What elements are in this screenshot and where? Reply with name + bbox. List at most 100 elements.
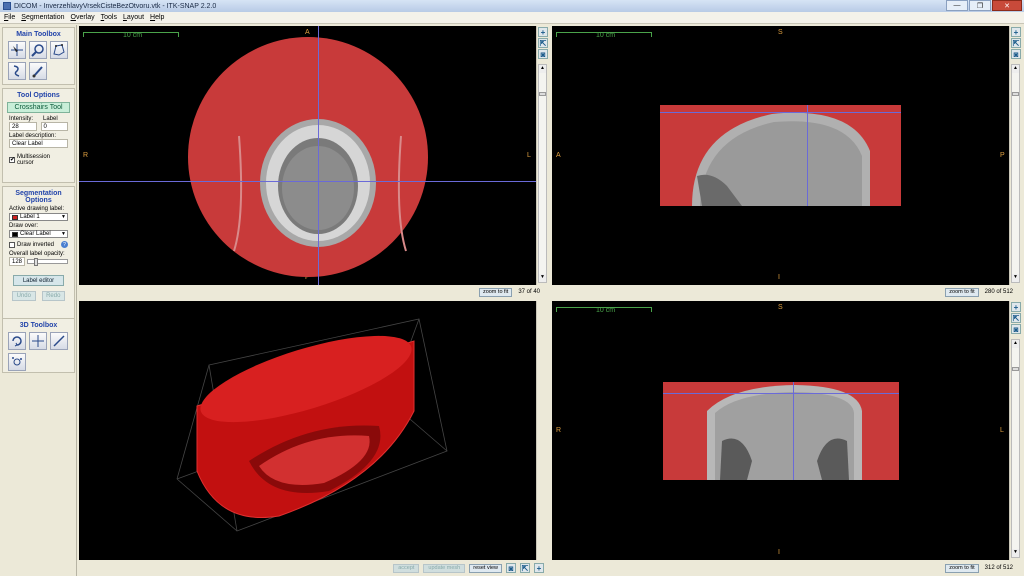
opacity-slider-knob[interactable]	[34, 258, 38, 266]
draw-inverted-checkbox[interactable]	[9, 241, 15, 248]
scroll-up-icon[interactable]: ▲	[539, 65, 546, 73]
window-controls: — ❐ ✕	[945, 0, 1022, 12]
label-field[interactable]: 0	[40, 122, 68, 131]
active-drawing-label: Active drawing label:	[9, 206, 65, 212]
label-editor-button[interactable]: Label editor	[13, 275, 64, 286]
opacity-field[interactable]: 128	[9, 257, 25, 266]
opacity-slider[interactable]	[27, 258, 68, 266]
draw-inverted-row: Draw inverted ?	[9, 241, 68, 248]
menu-tools[interactable]: Tools	[101, 14, 117, 21]
axial-scroll-thumb[interactable]	[539, 92, 546, 96]
sagittal-pop-out-icon[interactable]: ⇱	[1011, 38, 1021, 48]
coronal-scroll-thumb[interactable]	[1012, 367, 1019, 371]
polygon-tool-button[interactable]	[50, 41, 68, 59]
sagittal-zoom-to-fit-button[interactable]: zoom to fit	[945, 287, 979, 297]
axial-view[interactable]: 10 cm A P R L	[79, 26, 536, 285]
menu-layout[interactable]: Layout	[123, 14, 144, 21]
active-drawing-label-select[interactable]: Label 1 ▼	[9, 213, 68, 221]
crosshairs-3d-button[interactable]	[29, 332, 47, 350]
multisession-checkbox[interactable]: ✔	[9, 157, 15, 163]
sagittal-slice-scrollbar[interactable]: ▲ ▼	[1011, 64, 1020, 283]
label-description-field[interactable]: Clear Label	[9, 139, 68, 148]
active-drawing-value: Label 1	[20, 214, 40, 220]
axial-slice-scrollbar[interactable]: ▲ ▼	[538, 64, 547, 283]
rotate-3d-button[interactable]	[8, 332, 26, 350]
polygon-icon	[53, 44, 65, 56]
snake-icon	[13, 65, 20, 77]
intensity-value-row: 28 0	[3, 122, 74, 131]
magnifier-icon	[31, 44, 44, 57]
help-icon[interactable]: ?	[61, 241, 68, 248]
scalpel-icon	[53, 335, 65, 347]
coronal-expand-icon[interactable]: +	[1011, 302, 1021, 312]
snake-tool-button[interactable]	[8, 62, 26, 80]
sagittal-camera-icon[interactable]: ◙	[1011, 49, 1021, 59]
menu-segmentation[interactable]: Segmentation	[21, 14, 64, 21]
axial-pop-out-icon[interactable]: ⇱	[538, 38, 548, 48]
update-mesh-button[interactable]: update mesh	[423, 563, 466, 573]
maximize-button[interactable]: ❐	[969, 0, 991, 11]
axial-status-bar: zoom to fit 37 of 40	[79, 286, 548, 298]
spray-icon	[12, 357, 22, 366]
paintbrush-tool-button[interactable]	[29, 62, 47, 80]
sagittal-expand-icon[interactable]: +	[1011, 27, 1021, 37]
sagittal-scroll-thumb[interactable]	[1012, 92, 1019, 96]
main-toolbox-title: Main Toolbox	[16, 31, 61, 38]
opacity-slider-row: 128	[3, 257, 74, 266]
scalpel-3d-button[interactable]	[50, 332, 68, 350]
multisession-row: ✔ Multisession cursor	[9, 154, 68, 166]
undo-button[interactable]: Undo	[12, 291, 36, 301]
menu-help[interactable]: Help	[150, 14, 164, 21]
toolbox-3d-panel: 3D Toolbox	[2, 318, 75, 373]
coronal-zoom-to-fit-button[interactable]: zoom to fit	[945, 563, 979, 573]
render-3d-pop-out-icon[interactable]: ⇱	[520, 563, 530, 573]
main-tool-grid	[3, 38, 74, 83]
rotate-icon	[12, 336, 22, 347]
sagittal-crosshair-horizontal	[660, 112, 901, 113]
scroll-down-icon[interactable]: ▼	[539, 274, 546, 282]
coronal-slice-scrollbar[interactable]: ▲ ▼	[1011, 339, 1020, 558]
coronal-slice-image	[663, 382, 899, 480]
render-3d-image	[176, 318, 448, 532]
menu-overlay[interactable]: Overlay	[71, 14, 95, 21]
draw-over-swatch	[12, 231, 18, 237]
zoom-tool-button[interactable]	[29, 41, 47, 59]
toolbox-3d-title: 3D Toolbox	[19, 322, 58, 329]
scroll-up-icon[interactable]: ▲	[1012, 340, 1019, 348]
active-tool-button[interactable]: Crosshairs Tool	[7, 102, 70, 113]
intensity-field[interactable]: 28	[9, 122, 37, 131]
render-3d-camera-icon[interactable]: ◙	[506, 563, 516, 573]
tool-options-panel: Tool Options Crosshairs Tool Intensity: …	[2, 88, 75, 183]
axial-crosshair-vertical	[318, 26, 319, 285]
dropdown-arrow-icon: ▼	[61, 231, 66, 237]
axial-slice-counter: 37 of 40	[518, 289, 540, 295]
scroll-up-icon[interactable]: ▲	[1012, 65, 1019, 73]
label-color-swatch	[12, 214, 18, 220]
menu-file[interactable]: File	[4, 14, 15, 21]
toolbox: Main Toolbox Tool Options Crosshairs Too…	[0, 25, 77, 576]
render-3d-status-bar: accept update mesh reset view ◙ ⇱ +	[79, 562, 548, 574]
axial-expand-icon[interactable]: +	[538, 27, 548, 37]
crosshairs-tool-button[interactable]	[8, 41, 26, 59]
scroll-down-icon[interactable]: ▼	[1012, 549, 1019, 557]
sagittal-view[interactable]: 10 cm S I A P	[552, 26, 1009, 285]
axial-zoom-to-fit-button[interactable]: zoom to fit	[478, 287, 513, 297]
draw-over-select[interactable]: Clear Label ▼	[9, 230, 68, 238]
close-button[interactable]: ✕	[992, 0, 1022, 11]
render-3d-expand-icon[interactable]: +	[534, 563, 544, 573]
spray-3d-button[interactable]	[8, 353, 26, 371]
redo-button[interactable]: Redo	[41, 291, 65, 301]
minimize-button[interactable]: —	[946, 0, 968, 11]
coronal-pop-out-icon[interactable]: ⇱	[1011, 313, 1021, 323]
paintbrush-icon	[32, 66, 43, 78]
reset-view-button[interactable]: reset view	[469, 563, 502, 573]
undo-redo-row: Undo Redo	[3, 291, 74, 301]
render-3d-view[interactable]	[79, 301, 536, 560]
axial-camera-icon[interactable]: ◙	[538, 49, 548, 59]
coronal-camera-icon[interactable]: ◙	[1011, 324, 1021, 334]
coronal-view-controls: + ⇱ ◙ ▲ ▼	[1009, 301, 1021, 560]
accept-button[interactable]: accept	[393, 563, 420, 573]
coronal-view[interactable]: 10 cm S I R L	[552, 301, 1009, 560]
scroll-down-icon[interactable]: ▼	[1012, 274, 1019, 282]
axial-crosshair-horizontal	[79, 181, 536, 182]
